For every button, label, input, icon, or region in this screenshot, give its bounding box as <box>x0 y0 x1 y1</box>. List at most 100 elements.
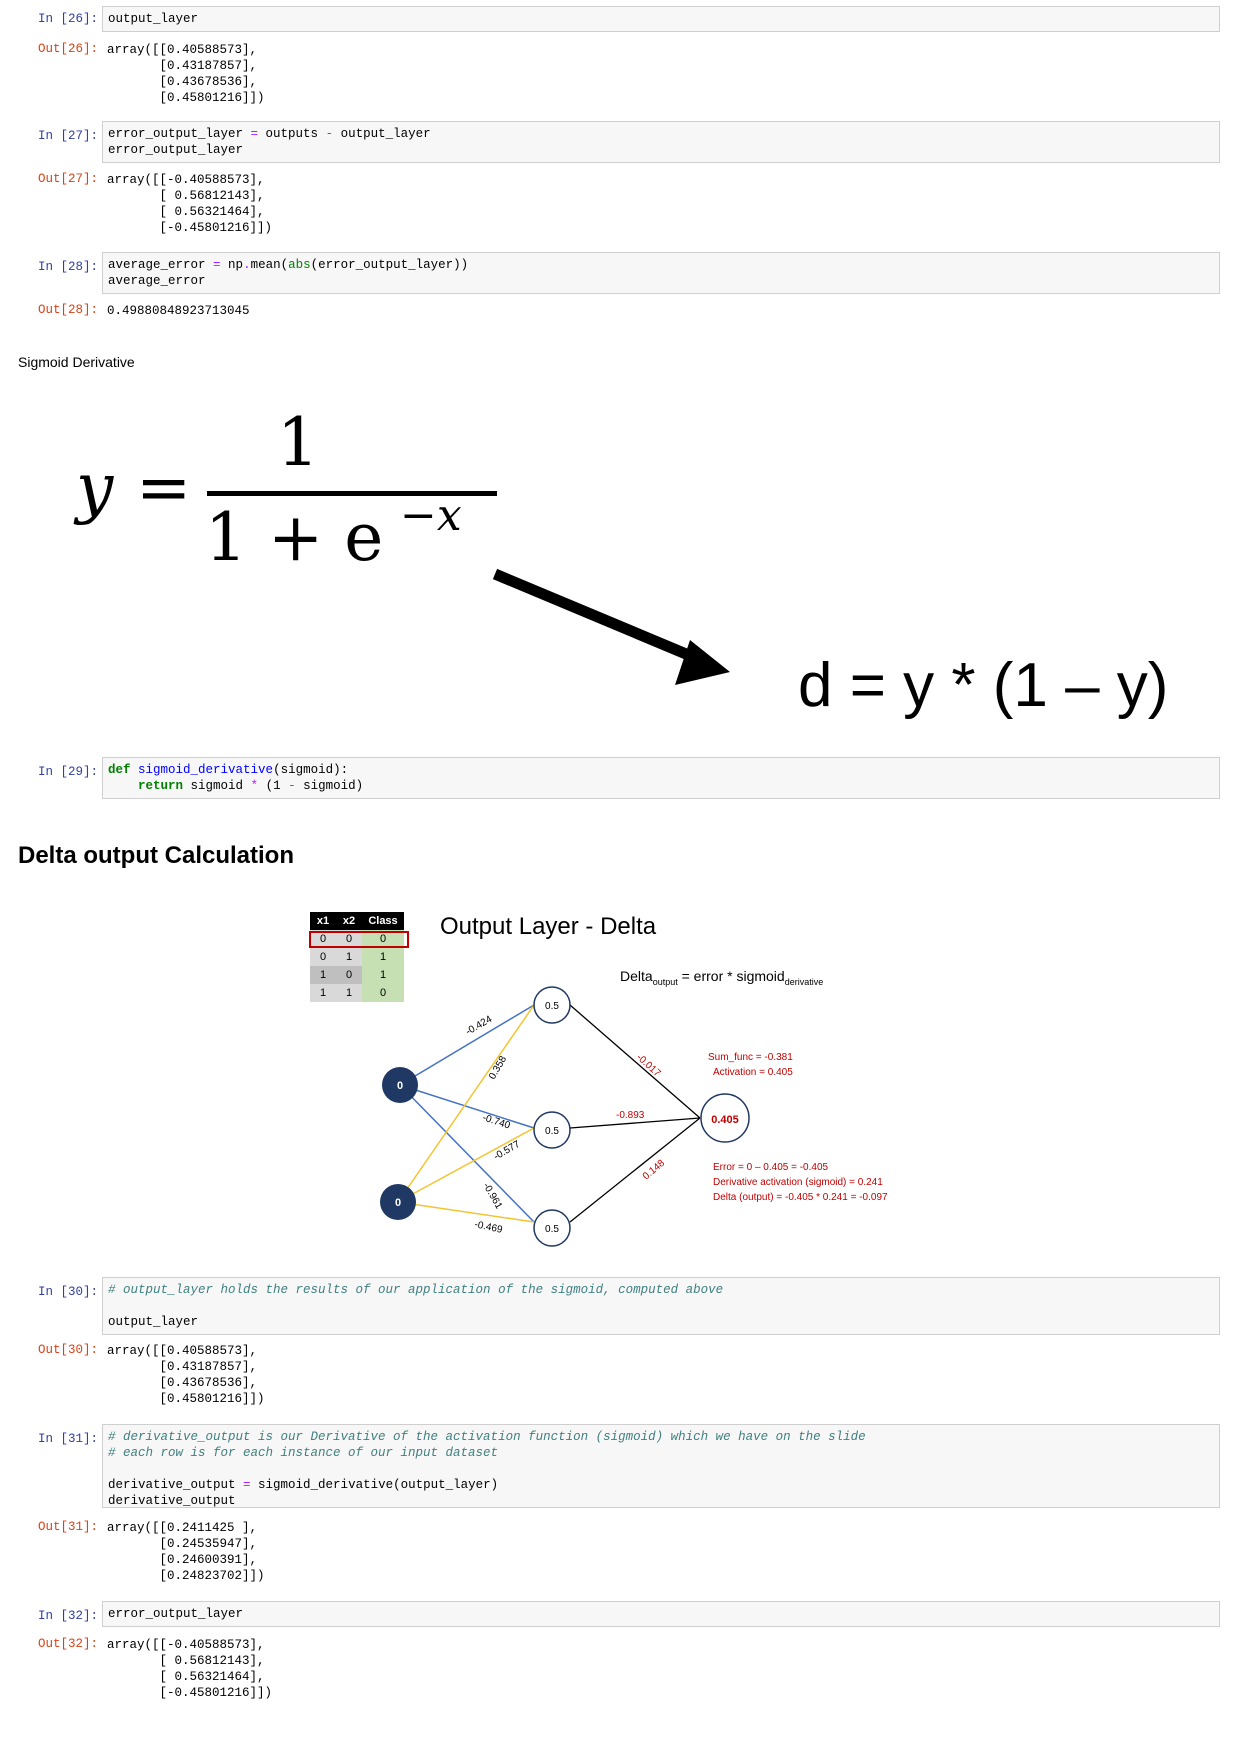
section-heading: Delta output Calculation <box>18 842 294 869</box>
hidden-node <box>533 1209 571 1247</box>
code-cell-input[interactable]: error_output_layer = outputs - output_la… <box>102 121 1220 163</box>
output-prompt: Out[31]: <box>38 1520 99 1534</box>
formula-denominator: 1 + e <box>205 499 383 576</box>
code-line: derivative_output <box>108 1494 236 1508</box>
code-line: output_layer <box>108 1315 199 1329</box>
input-prompt: In [28]: <box>38 260 99 274</box>
table-cell: 0 <box>310 948 336 966</box>
edge-yellow <box>397 1004 535 1203</box>
code-cell-input[interactable]: # output_layer holds the results of our … <box>102 1277 1220 1335</box>
input-prompt: In [32]: <box>38 1609 99 1623</box>
formula-numerator: 1 <box>277 404 319 481</box>
sigmoid-formula-image: y = 1 1 + e −x d = y * (1 – y) <box>70 400 1220 730</box>
table-cell: 1 <box>362 966 404 984</box>
cell-output: array([[0.40588573], [0.43187857], [0.43… <box>107 43 265 105</box>
table-cell: 0 <box>362 984 404 1002</box>
annotation-error: Error = 0 – 0.405 = -0.405 <box>713 1162 829 1173</box>
hidden-node-value: 0.5 <box>545 1224 559 1235</box>
markdown-text: Sigmoid Derivative <box>18 354 135 370</box>
table-header: x2 <box>336 912 362 930</box>
table-row: 0 1 1 <box>310 948 404 966</box>
output-prompt: Out[32]: <box>38 1637 99 1651</box>
truth-table: x1 x2 Class 0 0 0 0 1 1 1 0 1 1 1 0 <box>310 912 404 1002</box>
table-header: Class <box>362 912 404 930</box>
hidden-node-value: 0.5 <box>545 1126 559 1137</box>
edge-yellow <box>397 1127 535 1203</box>
output-prompt: Out[28]: <box>38 303 99 317</box>
input-prompt: In [29]: <box>38 765 99 779</box>
table-row: 1 0 1 <box>310 966 404 984</box>
annotation-delta: Delta (output) = -0.405 * 0.241 = -0.097 <box>713 1192 888 1203</box>
weight-label: 0.148 <box>641 1158 668 1183</box>
cell-output: 0.49880848923713045 <box>107 304 250 318</box>
hidden-node-value: 0.5 <box>545 1001 559 1012</box>
formula-equals: = <box>136 449 191 526</box>
edge-yellow <box>397 1201 535 1223</box>
weight-label: 0.358 <box>487 1054 509 1082</box>
code-cell-input[interactable]: def sigmoid_derivative(sigmoid): return … <box>102 757 1220 799</box>
code-line: average_error <box>108 274 206 288</box>
edge-black <box>569 1004 701 1119</box>
input-prompt: In [27]: <box>38 129 99 143</box>
code-cell-input[interactable]: average_error = np.mean(abs(error_output… <box>102 252 1220 294</box>
input-node-value: 0 <box>395 1197 401 1209</box>
input-prompt: In [31]: <box>38 1432 99 1446</box>
table-cell: 1 <box>336 984 362 1002</box>
weight-label: -0.577 <box>492 1139 522 1163</box>
annotation-activation: Activation = 0.405 <box>713 1067 793 1078</box>
cell-output: array([[-0.40588573], [ 0.56812143], [ 0… <box>107 173 273 235</box>
input-node <box>382 1067 418 1103</box>
code-cell-input[interactable]: # derivative_output is our Derivative of… <box>102 1424 1220 1508</box>
arrow-head-icon <box>675 640 730 685</box>
edge-black <box>569 1117 701 1223</box>
output-node-value: 0.405 <box>711 1114 739 1126</box>
edge-blue <box>399 1084 535 1223</box>
diagram-title: Output Layer - Delta <box>440 913 657 940</box>
cell-output: array([[-0.40588573], [ 0.56812143], [ 0… <box>107 1638 273 1700</box>
formula-derivative: d = y * (1 – y) <box>798 651 1168 720</box>
code-line: return sigmoid * (1 - sigmoid) <box>138 779 364 793</box>
code-line: error_output_layer <box>108 143 244 157</box>
hidden-node <box>533 986 571 1024</box>
hidden-node <box>533 1111 571 1149</box>
output-prompt: Out[27]: <box>38 172 99 186</box>
row-highlight-box <box>309 931 409 948</box>
weight-label: -0.469 <box>473 1219 503 1236</box>
table-row: 1 1 0 <box>310 984 404 1002</box>
code-cell-input[interactable]: output_layer <box>102 6 1220 32</box>
input-node-value: 0 <box>397 1080 403 1092</box>
table-cell: 1 <box>336 948 362 966</box>
weight-label: -0.961 <box>480 1181 504 1211</box>
code-line: error_output_layer = outputs - output_la… <box>108 127 431 141</box>
table-cell: 1 <box>310 984 336 1002</box>
code-line: derivative_output = sigmoid_derivative(o… <box>108 1478 499 1492</box>
table-cell: 1 <box>310 966 336 984</box>
cell-output: array([[0.40588573], [0.43187857], [0.43… <box>107 1344 265 1406</box>
table-cell: 1 <box>362 948 404 966</box>
edge-blue <box>399 1084 535 1129</box>
cell-output: array([[0.2411425 ], [0.24535947], [0.24… <box>107 1521 265 1583</box>
output-prompt: Out[26]: <box>38 42 99 56</box>
annotation-sum: Sum_func = -0.381 <box>708 1052 793 1063</box>
weight-label: -0.424 <box>464 1014 494 1038</box>
output-node <box>700 1093 750 1143</box>
delta-formula: Deltaoutput = error * sigmoidderivative <box>620 968 823 987</box>
table-header: x1 <box>310 912 336 930</box>
table-cell: 0 <box>336 966 362 984</box>
weight-label: -0.017 <box>634 1052 663 1079</box>
code-comment: # output_layer holds the results of our … <box>108 1283 724 1297</box>
input-prompt: In [26]: <box>38 12 99 26</box>
code-comment: # each row is for each instance of our i… <box>108 1446 499 1460</box>
output-prompt: Out[30]: <box>38 1343 99 1357</box>
code-cell-input[interactable]: error_output_layer <box>102 1601 1220 1627</box>
annotation-derivative: Derivative activation (sigmoid) = 0.241 <box>713 1177 883 1188</box>
edge-black <box>569 1117 701 1129</box>
formula-exponent: −x <box>400 490 462 541</box>
input-prompt: In [30]: <box>38 1285 99 1299</box>
input-node <box>380 1184 416 1220</box>
edge-blue <box>399 1004 535 1086</box>
weight-label: -0.740 <box>481 1112 512 1131</box>
code-line: def sigmoid_derivative(sigmoid): <box>108 763 349 777</box>
formula-lhs: y <box>73 449 114 526</box>
weight-label: -0.893 <box>616 1110 645 1121</box>
